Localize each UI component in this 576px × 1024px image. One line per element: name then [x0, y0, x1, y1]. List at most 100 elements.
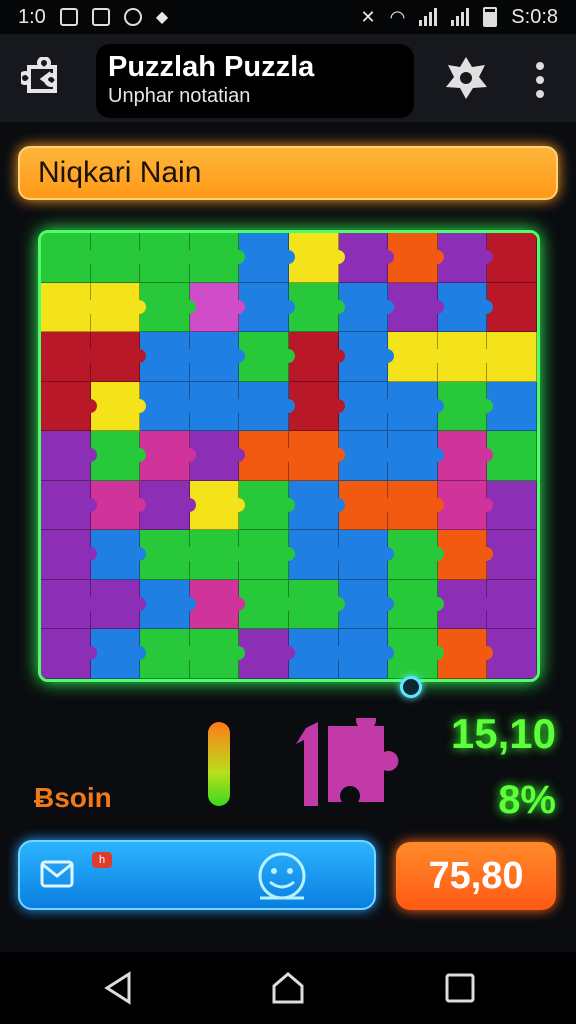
puzzle-piece[interactable]: [388, 629, 444, 679]
puzzle-piece[interactable]: [41, 381, 97, 432]
puzzle-piece[interactable]: [338, 480, 394, 531]
puzzle-piece[interactable]: [487, 480, 537, 531]
puzzle-piece[interactable]: [239, 431, 295, 481]
buy-button[interactable]: 75,80: [396, 842, 556, 910]
puzzle-piece[interactable]: [487, 579, 537, 630]
puzzle-piece[interactable]: [437, 530, 493, 580]
puzzle-piece[interactable]: [487, 381, 537, 432]
puzzle-piece[interactable]: [388, 282, 444, 333]
puzzle-piece[interactable]: [239, 579, 295, 630]
puzzle-piece[interactable]: [189, 233, 245, 283]
puzzle-piece[interactable]: [388, 431, 444, 481]
puzzle-piece[interactable]: [239, 629, 295, 679]
puzzle-board[interactable]: [38, 230, 540, 682]
achievements-button[interactable]: [442, 54, 490, 102]
puzzle-piece[interactable]: [288, 629, 345, 679]
puzzle-piece[interactable]: [41, 431, 97, 481]
puzzle-piece[interactable]: [189, 629, 245, 679]
puzzle-piece[interactable]: [90, 530, 146, 580]
more-menu-button[interactable]: [526, 58, 554, 102]
puzzle-piece[interactable]: [288, 431, 345, 481]
puzzle-piece[interactable]: [288, 480, 345, 531]
puzzle-piece[interactable]: [388, 480, 444, 531]
puzzle-piece[interactable]: [437, 480, 493, 531]
puzzle-piece[interactable]: [338, 282, 394, 333]
puzzle-piece[interactable]: [41, 233, 97, 283]
puzzle-piece[interactable]: [288, 381, 345, 432]
puzzle-piece[interactable]: [338, 233, 394, 283]
puzzle-piece[interactable]: [189, 332, 245, 382]
emoji-icon[interactable]: [252, 846, 312, 906]
puzzle-piece[interactable]: [288, 530, 345, 580]
puzzle-piece[interactable]: [437, 282, 493, 333]
puzzle-piece[interactable]: [239, 530, 295, 580]
puzzle-piece[interactable]: [487, 431, 537, 481]
puzzle-piece[interactable]: [338, 332, 394, 382]
puzzle-piece[interactable]: [487, 332, 537, 382]
puzzle-piece[interactable]: [288, 233, 345, 283]
puzzle-piece[interactable]: [41, 332, 97, 382]
puzzle-piece[interactable]: [388, 233, 444, 283]
puzzle-piece[interactable]: [90, 431, 146, 481]
puzzle-piece[interactable]: [388, 579, 444, 630]
puzzle-piece[interactable]: [288, 282, 345, 333]
puzzle-piece[interactable]: [90, 480, 146, 531]
nav-home-button[interactable]: [268, 968, 308, 1008]
puzzle-piece[interactable]: [437, 629, 493, 679]
inbox-button[interactable]: h: [18, 840, 376, 910]
puzzle-piece[interactable]: [239, 233, 295, 283]
puzzle-piece[interactable]: [239, 381, 295, 432]
puzzle-piece[interactable]: [140, 431, 196, 481]
puzzle-piece[interactable]: [41, 282, 97, 333]
puzzle-piece[interactable]: [189, 480, 245, 531]
nav-recent-button[interactable]: [440, 968, 480, 1008]
board-drag-handle[interactable]: [400, 676, 422, 698]
puzzle-piece[interactable]: [140, 282, 196, 333]
puzzle-piece[interactable]: [239, 332, 295, 382]
puzzle-piece[interactable]: [338, 629, 394, 679]
puzzle-piece[interactable]: [338, 431, 394, 481]
puzzle-piece[interactable]: [140, 530, 196, 580]
puzzle-piece[interactable]: [388, 332, 444, 382]
puzzle-piece[interactable]: [41, 530, 97, 580]
puzzle-piece[interactable]: [140, 629, 196, 679]
puzzle-piece[interactable]: [189, 579, 245, 630]
puzzle-piece[interactable]: [41, 629, 97, 679]
puzzle-piece[interactable]: [338, 530, 394, 580]
puzzle-piece[interactable]: [90, 332, 146, 382]
puzzle-piece[interactable]: [239, 282, 295, 333]
puzzle-piece[interactable]: [437, 431, 493, 481]
puzzle-piece[interactable]: [437, 579, 493, 630]
puzzle-piece[interactable]: [140, 381, 196, 432]
puzzle-piece[interactable]: [437, 381, 493, 432]
puzzle-piece[interactable]: [189, 381, 245, 432]
puzzle-piece[interactable]: [41, 579, 97, 630]
puzzle-piece[interactable]: [189, 431, 245, 481]
puzzle-piece[interactable]: [90, 282, 146, 333]
puzzle-piece[interactable]: [437, 332, 493, 382]
puzzle-piece[interactable]: [288, 332, 345, 382]
puzzle-piece[interactable]: [239, 480, 295, 531]
back-button[interactable]: [20, 56, 66, 102]
puzzle-piece[interactable]: [437, 233, 493, 283]
puzzle-piece[interactable]: [288, 579, 345, 630]
puzzle-piece[interactable]: [487, 530, 537, 580]
puzzle-piece[interactable]: [41, 480, 97, 531]
puzzle-piece[interactable]: [189, 282, 245, 333]
puzzle-piece[interactable]: [140, 233, 196, 283]
puzzle-piece[interactable]: [487, 233, 537, 283]
puzzle-piece[interactable]: [487, 282, 537, 333]
nav-back-button[interactable]: [98, 968, 138, 1008]
puzzle-piece[interactable]: [388, 530, 444, 580]
puzzle-piece[interactable]: [487, 629, 537, 679]
puzzle-piece[interactable]: [90, 579, 146, 630]
puzzle-piece[interactable]: [338, 381, 394, 432]
puzzle-piece[interactable]: [140, 579, 196, 630]
puzzle-piece[interactable]: [338, 579, 394, 630]
puzzle-piece[interactable]: [90, 381, 146, 432]
puzzle-piece[interactable]: [90, 233, 146, 283]
puzzle-piece[interactable]: [189, 530, 245, 580]
puzzle-piece[interactable]: [140, 480, 196, 531]
puzzle-piece[interactable]: [90, 629, 146, 679]
puzzle-piece[interactable]: [388, 381, 444, 432]
